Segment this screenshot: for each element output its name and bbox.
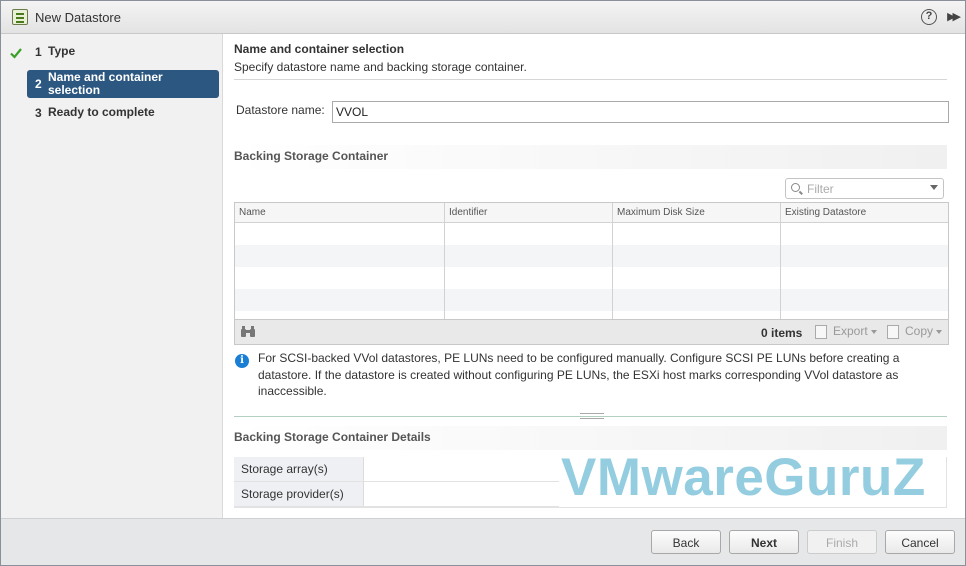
step-label: Name and container selection [48,70,163,97]
info-message: For SCSI-backed VVol datastores, PE LUNs… [258,351,900,398]
binoculars-icon[interactable] [240,326,256,338]
details-border [946,457,947,507]
wizard-step-type[interactable]: 1 Type [27,45,219,61]
details-key: Storage array(s) [234,457,364,481]
copy-icon [887,325,899,339]
grid-column-divider [612,223,613,319]
watermark: VMwareGuruZ [561,448,926,507]
section-title: Backing Storage Container Details [234,430,431,444]
copy-label: Copy [905,324,934,338]
expand-icon[interactable]: ▶▶ [947,10,961,23]
datastore-name-input[interactable] [332,101,949,123]
export-button[interactable]: Export [815,324,877,339]
export-label: Export [833,324,868,338]
copy-button[interactable]: Copy [887,324,943,339]
chevron-down-icon[interactable] [930,185,938,190]
cancel-button[interactable]: Cancel [885,530,955,554]
page-title: Name and container selection [234,42,405,56]
column-header-maximum-disk-size[interactable]: Maximum Disk Size [613,203,781,223]
datastore-icon [12,9,28,25]
help-icon[interactable]: ? [921,9,937,25]
filter-placeholder: Filter [807,182,834,196]
new-datastore-dialog: New Datastore ? ▶▶ 1 Type 2 Name and con… [0,0,966,566]
grid-empty-row [235,289,948,311]
backing-storage-grid: Name Identifier Maximum Disk Size Existi… [234,202,949,320]
wizard-step-ready-to-complete[interactable]: 3 Ready to complete [27,106,219,122]
dialog-title: New Datastore [35,10,121,25]
grid-empty-row [235,267,948,289]
resize-handle[interactable] [580,413,604,419]
column-header-identifier[interactable]: Identifier [445,203,613,223]
details-table: Storage array(s) Storage provider(s) [234,457,559,507]
checkmark-icon [10,48,22,59]
back-button[interactable]: Back [651,530,721,554]
step-number: 2 [35,77,42,91]
grid-header: Name Identifier Maximum Disk Size Existi… [235,203,948,223]
step-label: Type [48,44,76,58]
info-icon: i [235,354,249,368]
column-header-existing-datastore[interactable]: Existing Datastore [781,203,949,223]
wizard-content: Name and container selection Specify dat… [223,34,965,518]
details-value [364,482,559,506]
item-count: 0 items [761,326,803,340]
details-value [364,457,559,481]
finish-button[interactable]: Finish [807,530,877,554]
section-title: Backing Storage Container [234,149,389,163]
column-header-name[interactable]: Name [235,203,445,223]
grid-column-divider [444,223,445,319]
filter-input[interactable]: Filter [785,178,944,199]
search-icon [791,183,800,192]
grid-empty-row [235,245,948,267]
details-row-storage-provider: Storage provider(s) [234,482,559,507]
grid-footer: 0 items Export Copy [234,320,949,345]
grid-column-divider [780,223,781,319]
details-key: Storage provider(s) [234,482,364,506]
datastore-name-label: Datastore name: [236,103,325,117]
chevron-down-icon [870,329,877,334]
details-row-storage-array: Storage array(s) [234,457,559,482]
wizard-steps-sidebar: 1 Type 2 Name and container selection 3 … [1,34,223,518]
wizard-step-name-and-container[interactable]: 2 Name and container selection [27,70,219,98]
next-button[interactable]: Next [729,530,799,554]
header-divider [234,79,947,80]
page-subtitle: Specify datastore name and backing stora… [234,60,527,74]
backing-storage-section-header: Backing Storage Container [234,145,947,169]
wizard-footer: Back Next Finish Cancel [1,518,965,565]
step-number: 3 [35,106,42,120]
title-bar: New Datastore ? ▶▶ [1,1,965,34]
step-number: 1 [35,45,42,59]
chevron-down-icon [936,329,943,334]
grid-empty-row [235,223,948,245]
step-label: Ready to complete [48,105,155,119]
export-icon [815,325,827,339]
